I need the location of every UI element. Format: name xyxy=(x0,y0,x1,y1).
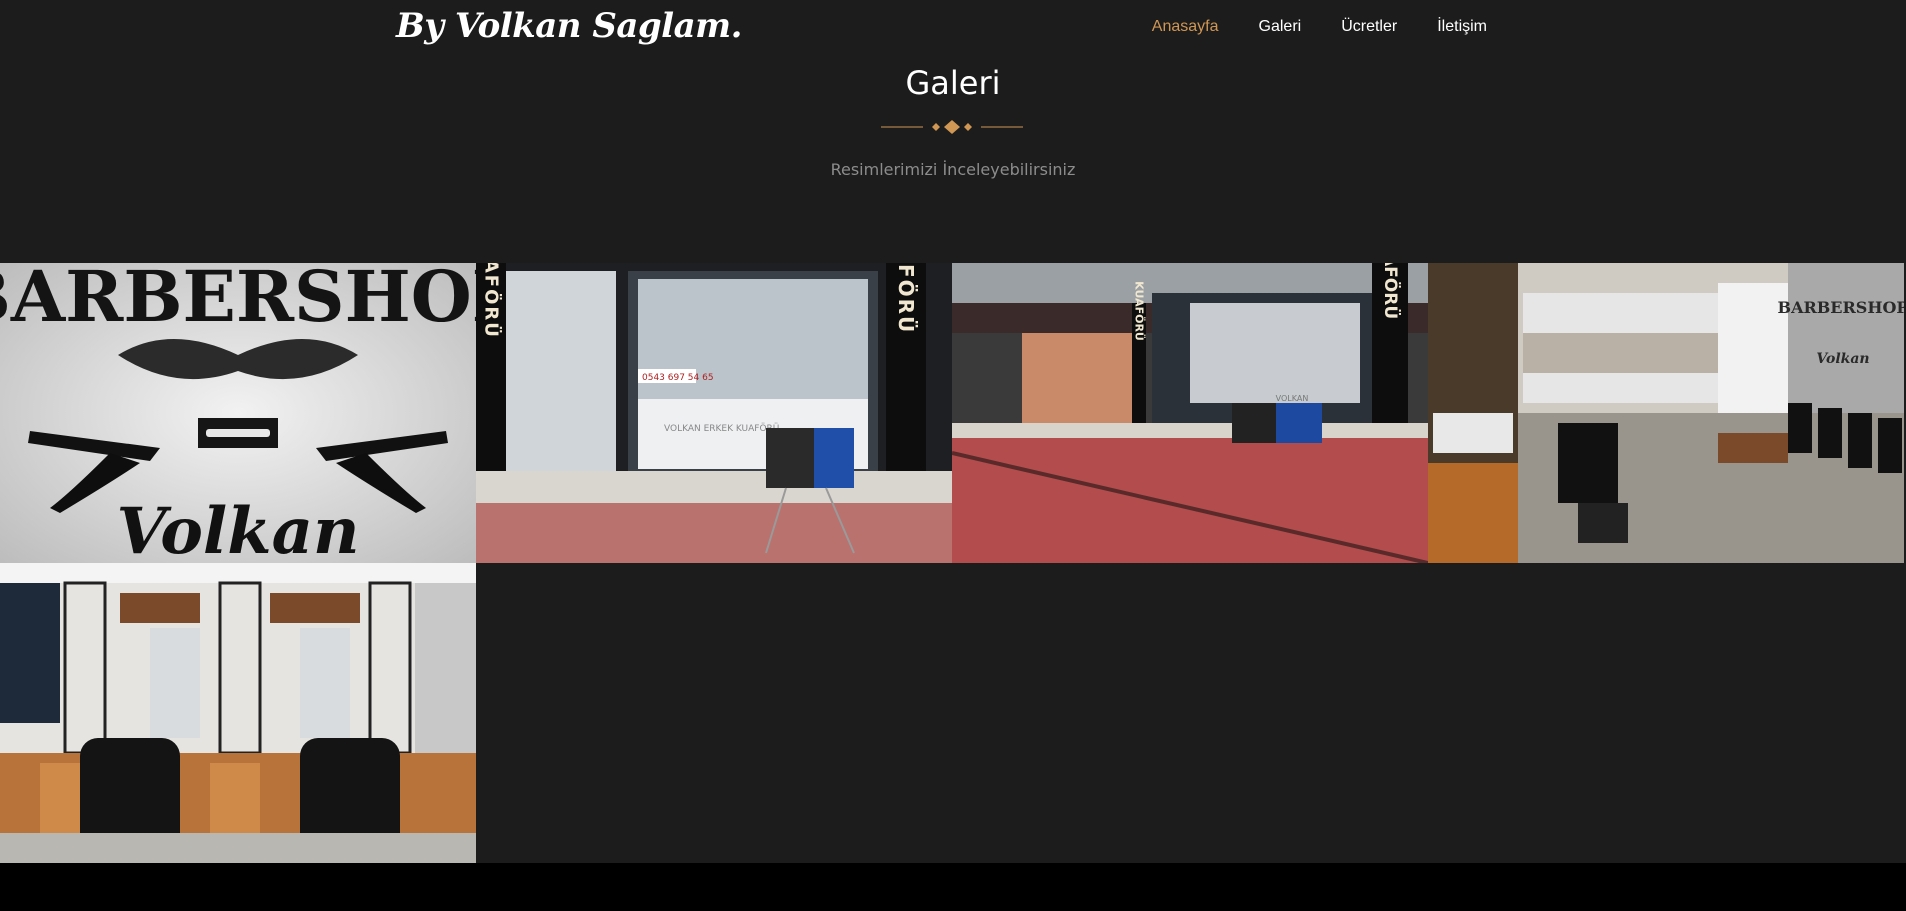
section-subtitle: Resimlerimizi İnceleyebilirsiniz xyxy=(830,160,1076,179)
sign-text-bottom: Volkan xyxy=(116,494,359,563)
side-sign-right-large: KUAFÖRÜ xyxy=(1380,263,1402,319)
top-navbar: By Volkan Saglam. Anasayfa Galeri Ücretl… xyxy=(0,0,1906,58)
page-background: By Volkan Saglam. Anasayfa Galeri Ücretl… xyxy=(0,0,1906,863)
window-banner: VOLKAN ERKEK KUAFÖRÜ xyxy=(664,423,779,434)
menu-item-ucretler[interactable]: Ücretler xyxy=(1341,18,1397,36)
gallery-image-barber-stations[interactable] xyxy=(0,563,476,863)
site-logo[interactable]: By Volkan Saglam. xyxy=(396,6,742,46)
window-banner-name: VOLKAN xyxy=(1276,394,1309,403)
main-menu: Anasayfa Galeri Ücretler İletişim xyxy=(1152,18,1487,36)
gallery-image-storefront-street[interactable]: KUAFÖRÜ KUAFÖRÜ VOLKAN xyxy=(952,263,1428,563)
gallery-image-barbershop-sign[interactable]: BARBERSHOP Volkan xyxy=(0,263,476,563)
title-divider-ornament xyxy=(881,120,1023,134)
phone-sticker: 0543 697 54 65 xyxy=(642,373,714,383)
gallery-image-shop-front[interactable]: KUAFÖRÜ KUAFÖRÜ 0543 697 54 65 VOLKAN ER… xyxy=(476,263,952,563)
menu-item-galeri[interactable]: Galeri xyxy=(1259,18,1302,36)
side-sign-left-small: KUAFÖRÜ xyxy=(1133,281,1147,341)
side-sign-right: KUAFÖRÜ xyxy=(894,263,918,334)
section-title: Galeri xyxy=(905,64,1001,102)
wall-sign-top: BARBERSHOP xyxy=(1778,298,1904,317)
gallery-image-interior-chairs[interactable]: BARBERSHOP Volkan xyxy=(1428,263,1904,563)
side-sign-left: KUAFÖRÜ xyxy=(481,263,503,339)
sign-text-top: BARBERSHOP xyxy=(0,263,476,338)
menu-item-iletisim[interactable]: İletişim xyxy=(1437,18,1487,36)
wall-sign-bottom: Volkan xyxy=(1816,351,1869,367)
menu-item-anasayfa[interactable]: Anasayfa xyxy=(1152,18,1219,36)
